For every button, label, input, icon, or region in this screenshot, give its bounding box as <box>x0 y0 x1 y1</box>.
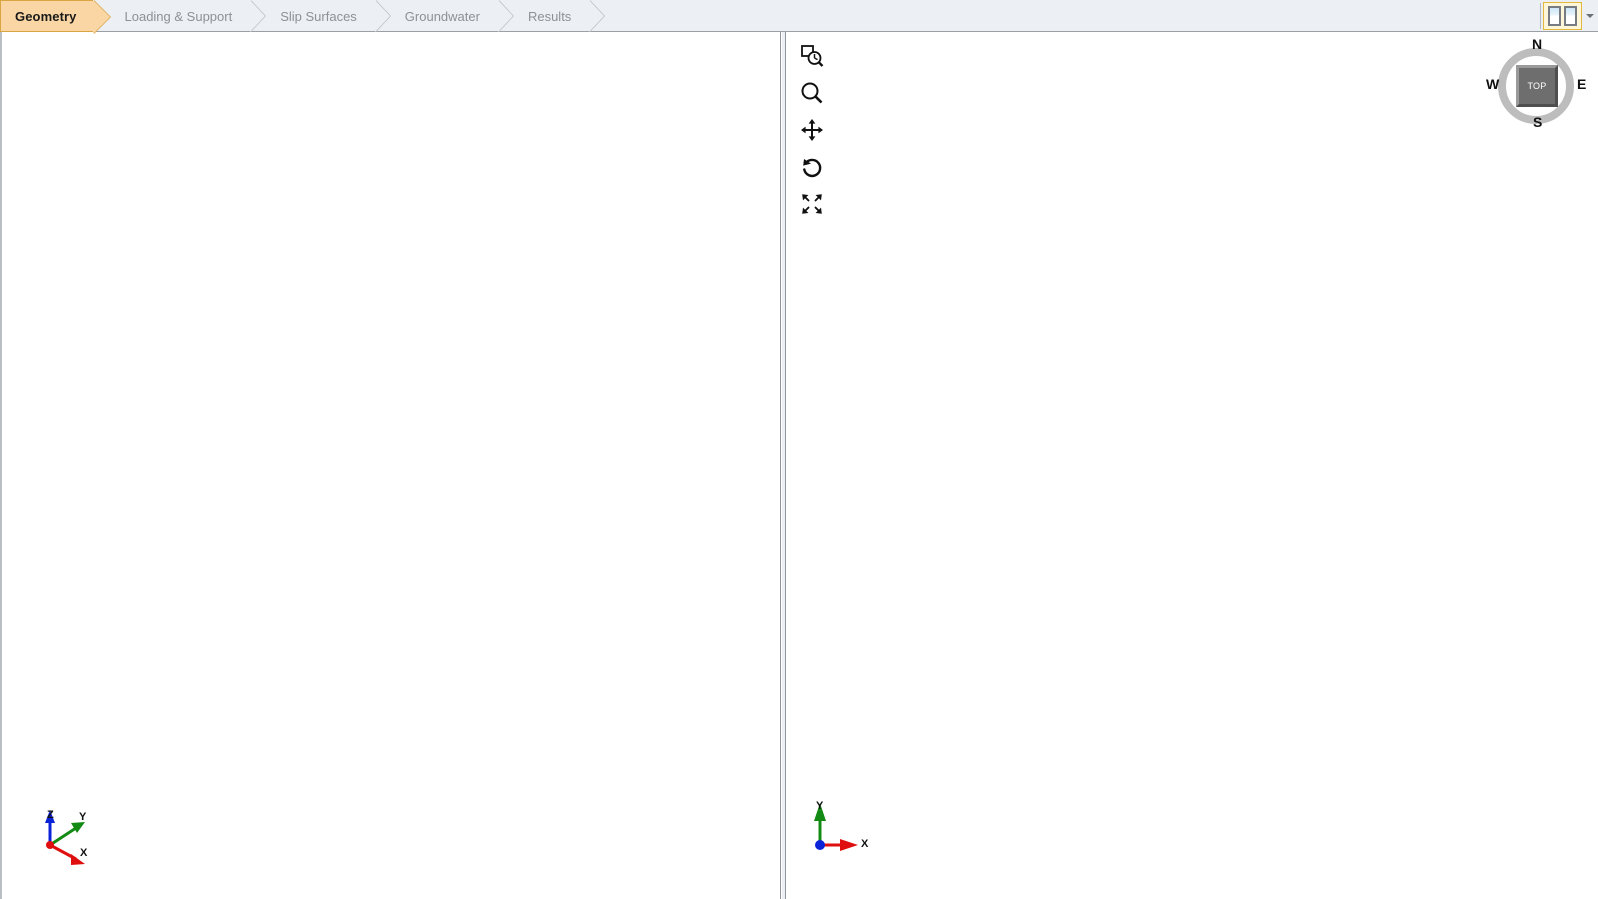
two-pane-layout-icon-second <box>1564 5 1577 26</box>
compass-label-north[interactable]: N <box>1532 36 1542 52</box>
toolbar-divider <box>1540 2 1541 29</box>
tab-slip-surfaces[interactable]: Slip Surfaces <box>266 0 391 32</box>
top-plan-viewport[interactable]: TOP N S W E Y X <box>785 32 1598 899</box>
view-cube[interactable]: TOP N S W E <box>1486 36 1586 132</box>
tab-results[interactable]: Results <box>514 0 606 32</box>
axis-triad-3d-svg <box>45 810 85 865</box>
tab-groundwater[interactable]: Groundwater <box>391 0 515 32</box>
layout-controls <box>1536 0 1598 31</box>
tab-groundwater-label: Groundwater <box>404 8 480 24</box>
viewport-container: Z Y X TOP N S W E Y X <box>0 32 1598 899</box>
view-cube-face-top[interactable]: TOP <box>1516 65 1558 107</box>
view-cube-face-label: TOP <box>1527 81 1547 91</box>
zoom-all-icon <box>802 194 822 214</box>
zoom-icon <box>801 82 823 104</box>
two-pane-layout-icon <box>1548 5 1561 26</box>
axis-label-x: X <box>80 847 88 859</box>
compass-label-south[interactable]: S <box>1533 114 1542 130</box>
layout-dropdown-button[interactable] <box>1582 1 1598 30</box>
axis-label-z: Z <box>47 809 54 821</box>
pan-icon <box>801 119 823 141</box>
axis-triad-2d: Y X <box>806 795 896 865</box>
rotate-button[interactable] <box>795 151 829 183</box>
axis-triad-3d: Z Y X <box>20 797 110 877</box>
tab-loading-support[interactable]: Loading & Support <box>111 0 266 32</box>
wizard-bar-spacer <box>605 0 1598 31</box>
tab-geometry-label: Geometry <box>15 8 77 24</box>
zoom-window-button[interactable] <box>795 40 829 72</box>
zoom-all-button[interactable] <box>795 188 829 220</box>
view-toolbar <box>792 40 832 220</box>
wizard-steps: Geometry Loading & Support Slip Surfaces… <box>0 0 606 34</box>
chevron-down-icon <box>1586 13 1594 18</box>
rotate-icon <box>803 158 822 178</box>
wizard-breadcrumb-bar: Geometry Loading & Support Slip Surfaces… <box>0 0 1598 34</box>
tab-loading-support-label: Loading & Support <box>124 8 233 24</box>
compass-label-west[interactable]: W <box>1486 76 1499 92</box>
pan-button[interactable] <box>795 114 829 146</box>
axis-label-x: X <box>861 838 869 850</box>
tab-results-label: Results <box>527 8 572 24</box>
tab-slip-surfaces-label: Slip Surfaces <box>280 8 357 24</box>
split-view-button[interactable] <box>1543 1 1582 30</box>
tab-geometry[interactable]: Geometry <box>0 0 110 34</box>
application-window: Geometry Loading & Support Slip Surfaces… <box>0 0 1598 899</box>
zoom-button[interactable] <box>795 77 829 109</box>
zoom-window-icon <box>801 45 824 67</box>
axis-triad-2d-svg <box>814 803 858 851</box>
axis-label-y: Y <box>816 800 824 812</box>
perspective-3d-viewport[interactable]: Z Y X <box>0 32 781 899</box>
axis-label-y: Y <box>79 811 87 823</box>
compass-label-east[interactable]: E <box>1577 76 1586 92</box>
